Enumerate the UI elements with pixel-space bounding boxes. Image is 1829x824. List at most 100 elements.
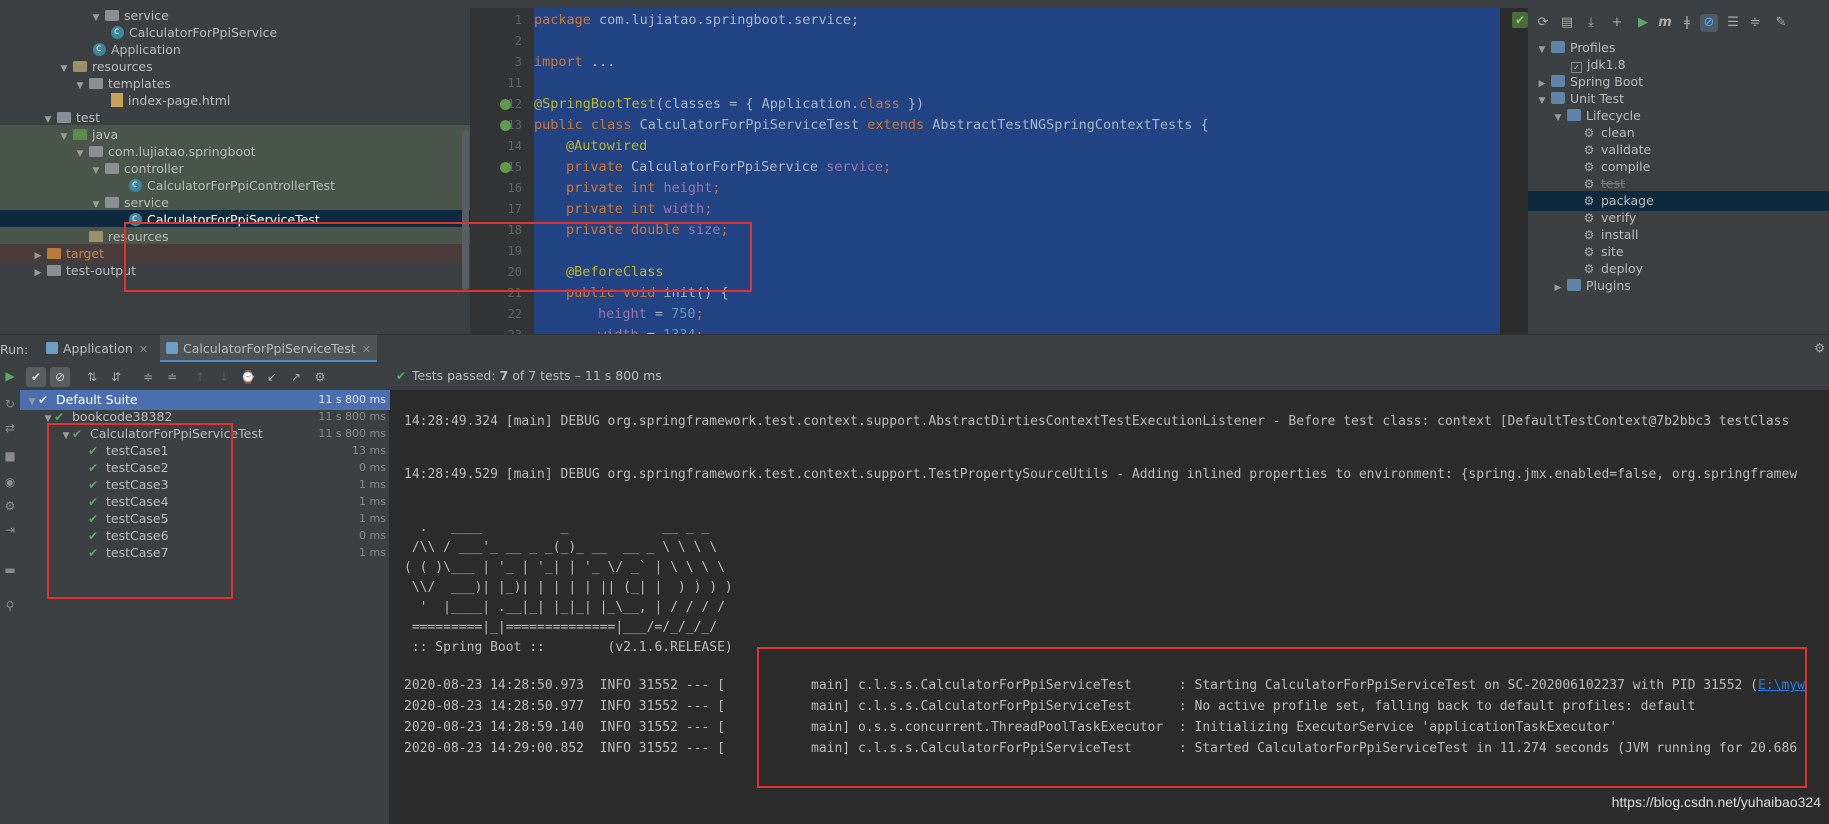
excluded-folder-icon (47, 248, 61, 259)
maven-node-plugins[interactable]: ▶ Plugins (1528, 276, 1829, 296)
html-file-icon (111, 93, 123, 107)
console-banner-line: /\\ / ___'_ __ _ _(_)_ __ __ _ \ \ \ \ (404, 540, 718, 555)
sort-alpha-icon[interactable]: ⇅ (82, 367, 102, 387)
layout-icon[interactable]: ▬ (2, 562, 18, 578)
line-number: 13 (507, 118, 522, 132)
console-output[interactable]: 14:28:49.324 [main] DEBUG org.springfram… (390, 390, 1829, 824)
run-icon[interactable]: ▶ (1634, 14, 1652, 32)
test-runner-toolbar: ✔ ⊘ ⇅ ⇵ ≑ ≐ ↑ ↓ ⌚ ↙ ↗ ⚙ (20, 362, 390, 390)
import-tests-icon[interactable]: ↙ (262, 367, 282, 387)
close-icon[interactable]: ✕ (362, 343, 371, 356)
code-line-3: import ... (534, 54, 616, 70)
settings-wrench-icon[interactable]: ✎ (1772, 14, 1790, 32)
code-line-23: width = 1334; (598, 325, 704, 334)
show-dependencies-icon[interactable]: ☰ (1724, 14, 1742, 32)
inspection-ok-icon[interactable]: ✔ (1512, 12, 1528, 28)
reload-icon[interactable]: ⟳ (1534, 14, 1552, 32)
add-project-icon[interactable]: ▤ (1558, 14, 1576, 32)
code-line-21: public void init() { (566, 285, 729, 301)
add-icon[interactable]: + (1608, 14, 1626, 32)
folder-icon (89, 78, 103, 89)
code-line-16: private int height; (566, 180, 721, 196)
download-icon[interactable]: ⤓ (1582, 14, 1600, 32)
run-label: Run: (0, 342, 29, 357)
folder-icon (47, 265, 61, 276)
close-icon[interactable]: ✕ (139, 343, 148, 356)
folder-icon (105, 10, 119, 21)
autowired-icon[interactable] (500, 162, 511, 173)
settings-icon[interactable]: ⚙ (310, 367, 330, 387)
line-number: 18 (507, 223, 522, 237)
console-banner-line: ' |____| .__|_| |_|_| |_\__, | / / / / (404, 600, 725, 615)
resources-folder-icon (89, 231, 103, 242)
watermark: https://blog.csdn.net/yuhaibao324 (1611, 794, 1821, 810)
line-number: 19 (507, 244, 522, 258)
line-number: 20 (507, 265, 522, 279)
test-class-icon (129, 175, 142, 195)
test-case-row[interactable]: ✔ testCase7 1 ms (20, 543, 390, 563)
code-line-18: private double size; (566, 222, 729, 238)
check-icon: ✔ (88, 546, 99, 560)
lifecycle-folder-icon (1567, 109, 1581, 121)
line-number: 17 (507, 202, 522, 216)
spring-bean-icon[interactable] (500, 99, 511, 110)
stop-icon[interactable]: ■ (2, 448, 18, 464)
show-ignored-icon[interactable]: ⊘ (50, 367, 70, 387)
history-icon[interactable]: ⌚ (238, 367, 258, 387)
line-number: 2 (514, 34, 522, 48)
arrow-up-icon[interactable]: ↑ (190, 367, 210, 387)
chevron-right-icon[interactable]: ▶ (1552, 278, 1564, 298)
test-status-bar: ✔ Tests passed: 7 of 7 tests – 11 s 800 m… (390, 362, 1829, 390)
expand-all-icon[interactable]: ≑ (138, 367, 158, 387)
editor-tab-bar[interactable] (470, 0, 1528, 8)
arrow-down-icon[interactable]: ↓ (214, 367, 234, 387)
exit-icon[interactable]: ⇥ (2, 522, 18, 538)
code-area[interactable]: package com.lujiatao.springboot.service;… (534, 8, 1500, 334)
class-icon (93, 39, 106, 59)
line-number: 14 (507, 139, 522, 153)
camera-icon[interactable]: ◉ (2, 474, 18, 490)
gear-icon[interactable]: ⚙ (1814, 341, 1825, 355)
console-line: 2020-08-23 14:28:50.977 INFO 31552 --- [… (404, 699, 1696, 714)
line-number: 12 (507, 97, 522, 111)
collapse-all-icon[interactable]: ≐ (162, 367, 182, 387)
skip-tests-icon[interactable]: ⊘ (1700, 14, 1718, 32)
collapse-all-icon[interactable]: ≑ (1746, 14, 1764, 32)
toggle-auto-test-icon[interactable]: ⇄ (2, 420, 18, 436)
settings-icon[interactable]: ⚙ (2, 498, 18, 514)
sort-duration-icon[interactable]: ⇵ (106, 367, 126, 387)
line-number: 21 (507, 286, 522, 300)
pin-icon[interactable]: ⚲ (2, 598, 18, 614)
console-line: 14:28:49.324 [main] DEBUG org.springfram… (404, 414, 1790, 429)
console-banner-line: ( ( )\___ | '_ | '_| | '_ \/ _` | \ \ \ … (404, 560, 725, 575)
run-test-icon[interactable] (500, 120, 511, 131)
console-line: 2020-08-23 14:29:00.852 INFO 31552 --- [… (404, 741, 1798, 756)
console-banner-line: . ____ _ __ _ _ (404, 520, 710, 535)
export-tests-icon[interactable]: ↗ (286, 367, 306, 387)
spring-boot-icon (46, 342, 58, 354)
console-line: 2020-08-23 14:28:50.973 INFO 31552 --- [… (404, 678, 1805, 693)
folder-icon (57, 112, 71, 123)
project-scrollbar[interactable] (462, 130, 469, 290)
maven-tool-window: ⟳ ▤ ⤓ + ▶ m ǂ ⊘ ☰ ≑ ✎ ▼ Profiles ✓ jdk1.8 … (1528, 0, 1829, 334)
rerun-failed-icon[interactable]: ↻ (2, 396, 18, 412)
test-folder-icon (73, 129, 87, 140)
run-tab-application[interactable]: Application ✕ (40, 335, 154, 363)
run-tab-service-test[interactable]: CalculatorForPpiServiceTest ✕ (160, 335, 377, 363)
line-number: 22 (507, 307, 522, 321)
resources-folder-icon (73, 61, 87, 72)
chevron-right-icon[interactable]: ▶ (32, 263, 44, 283)
rerun-icon[interactable]: ▶ (2, 368, 18, 384)
line-number: 23 (470, 325, 522, 334)
execute-goal-icon[interactable]: m (1656, 14, 1674, 32)
path-link[interactable]: E:\myw (1758, 678, 1805, 693)
editor-gutter: 1 2 3 11 12 13 14 15 16 17 18 19 20 21 2… (470, 8, 534, 334)
show-passed-icon[interactable]: ✔ (26, 367, 46, 387)
run-tab-bar: Run: Application ✕ CalculatorForPpiServic… (0, 334, 1829, 363)
code-editor[interactable]: 1 2 3 11 12 13 14 15 16 17 18 19 20 21 2… (470, 0, 1528, 334)
code-line-1: package com.lujiatao.springboot.service; (534, 12, 860, 28)
toggle-offline-icon[interactable]: ǂ (1678, 14, 1696, 32)
class-icon (111, 22, 124, 42)
maven-project-icon (1551, 75, 1565, 87)
tree-node-test-output[interactable]: ▶ test-output (0, 261, 470, 281)
